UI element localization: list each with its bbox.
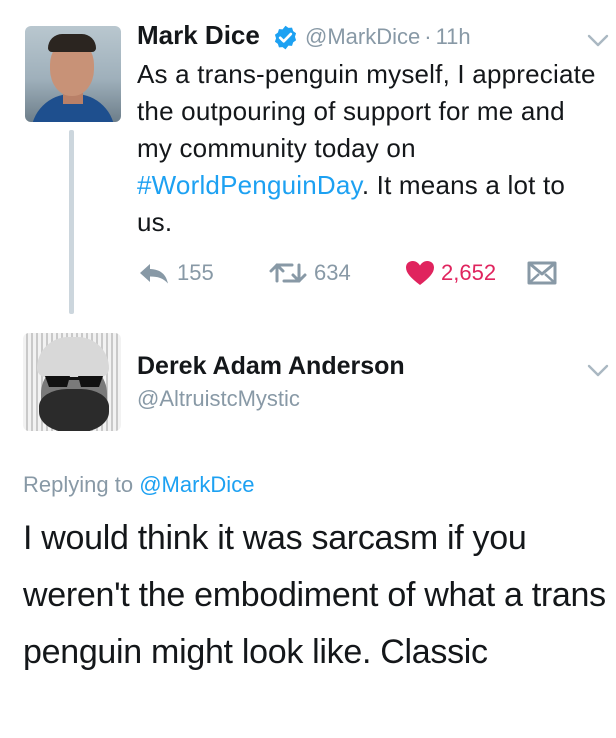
replying-to: Replying to @MarkDice: [23, 472, 254, 498]
hashtag-link[interactable]: #WorldPenguinDay: [137, 170, 362, 200]
chevron-down-icon[interactable]: [587, 364, 609, 378]
tweet-author-name[interactable]: Mark Dice: [137, 20, 260, 51]
replying-to-label: Replying to: [23, 472, 134, 497]
replying-to-mention[interactable]: @MarkDice: [139, 472, 254, 497]
tweet-text: As a trans-penguin myself, I appreciate …: [137, 56, 607, 241]
heart-icon: [406, 261, 434, 285]
like-count: 2,652: [441, 260, 497, 285]
retweet-button[interactable]: 634: [268, 258, 351, 288]
reply-text: I would think it was sarcasm if you were…: [23, 519, 606, 671]
verified-badge-icon: [274, 25, 297, 50]
direct-message-button[interactable]: [527, 258, 563, 288]
tweet-handle[interactable]: @MarkDice: [305, 24, 420, 49]
meta-separator: ·: [424, 24, 432, 49]
reply-author-handle[interactable]: @AltruistcMystic: [137, 386, 300, 412]
reply-button[interactable]: 155: [137, 258, 214, 288]
chevron-down-icon[interactable]: [587, 34, 609, 48]
derek-anderson-avatar[interactable]: [23, 333, 121, 431]
direct-message-icon: [527, 261, 557, 285]
retweet-icon: [269, 263, 307, 283]
thread-connector-line: [69, 130, 74, 314]
reply-author-name[interactable]: Derek Adam Anderson: [137, 352, 405, 381]
tweet-text-body: As a trans-penguin myself, I appreciate …: [137, 59, 596, 163]
tweet-handle-time: @MarkDice · 11h: [305, 24, 471, 50]
like-button[interactable]: 2,652: [405, 258, 496, 288]
tweet-timestamp[interactable]: 11h: [436, 24, 471, 49]
mark-dice-avatar[interactable]: [25, 26, 121, 122]
reply-count: 155: [177, 260, 214, 285]
reply-icon: [140, 264, 168, 284]
retweet-count: 634: [314, 260, 351, 285]
